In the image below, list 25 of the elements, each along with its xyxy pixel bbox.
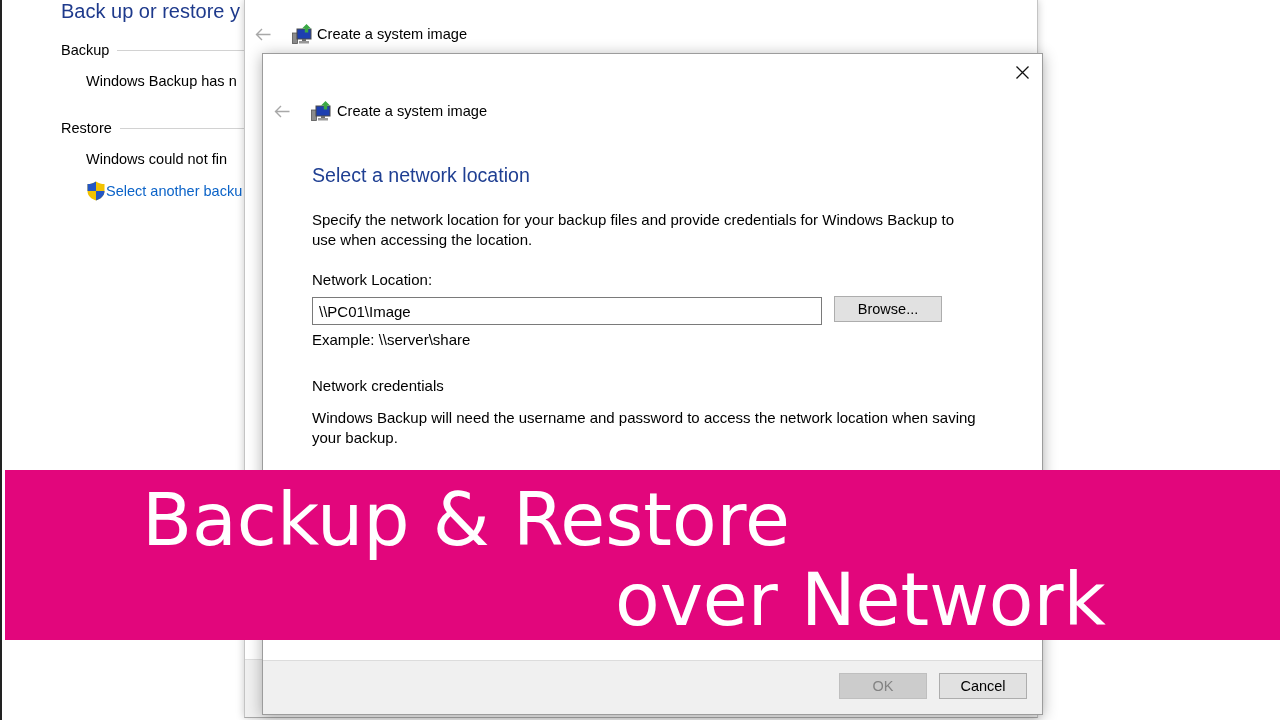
status-text: Windows could not fin (86, 150, 228, 169)
credentials-text: Windows Backup will need the username and password to access the network location when saving your backup. (312, 408, 977, 448)
page-title: Back up or restore y (61, 0, 240, 22)
wizard-title: Create a system image (317, 25, 468, 44)
banner-title: Backup & Restore (142, 480, 790, 560)
credentials-heading: Network credentials (312, 376, 444, 396)
section-heading: Backup (61, 41, 110, 60)
status-text: Windows Backup has n (86, 72, 237, 91)
example-text: Example: \\server\share (312, 330, 471, 350)
wizard-title: Create a system image (337, 102, 488, 121)
section-heading: Restore (61, 119, 112, 138)
shield-icon (87, 181, 105, 201)
field-label: Network Location: (312, 270, 433, 290)
back-arrow-icon[interactable] (255, 27, 271, 41)
back-arrow-icon[interactable] (274, 104, 290, 118)
computer-icon (292, 24, 312, 44)
close-icon[interactable] (1016, 66, 1029, 79)
location-field[interactable]: \\PC01\Image (312, 297, 822, 325)
description-text: Specify the network location for your backup files and provide credentials for Windows Backup to use when accessing the location. (312, 210, 955, 250)
banner-title: over Network (615, 560, 1106, 640)
browse-button[interactable]: Browse... (834, 296, 942, 322)
cancel-button[interactable]: Cancel (939, 673, 1027, 699)
section-heading: Select a network location (312, 163, 530, 188)
computer-icon (311, 101, 331, 121)
select-backup-link[interactable]: Select another backu (106, 181, 243, 201)
